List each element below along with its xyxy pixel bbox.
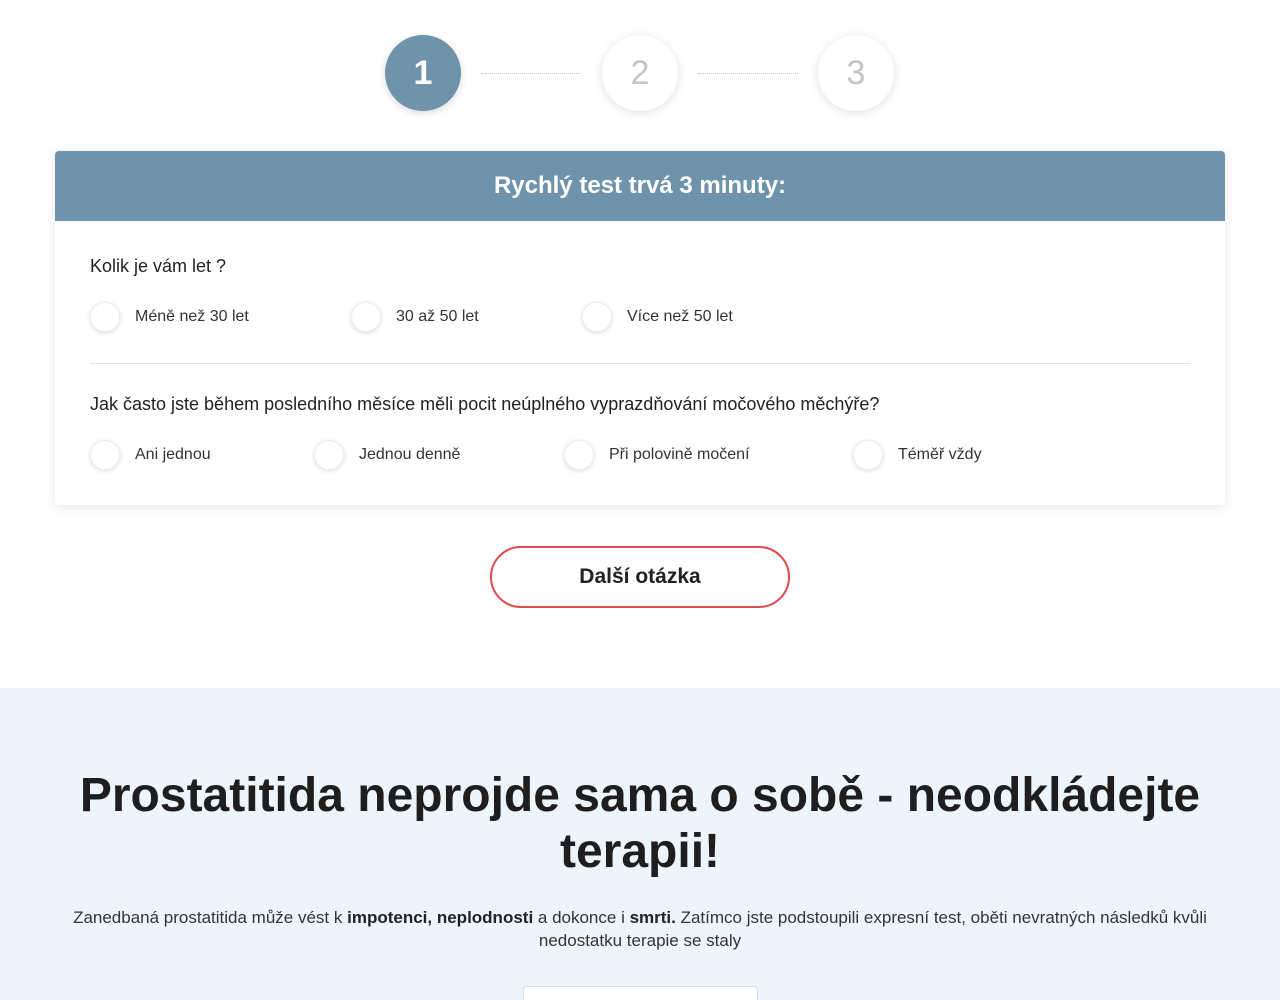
step-connector-1 [481,73,581,74]
option-under-30[interactable]: Méně než 30 let [90,302,249,332]
option-label: Téměř vždy [898,446,982,463]
options-bladder: Ani jednou Jednou denně Při polovině moč… [90,440,1190,470]
radio-button[interactable] [582,302,612,332]
option-once-daily[interactable]: Jednou denně [314,440,460,470]
option-half-urination[interactable]: Při polovině močení [564,440,750,470]
info-text-part: a dokonce i [533,908,630,927]
info-section: Prostatitida neprojde sama o sobě - neod… [0,688,1280,1000]
info-heading: Prostatitida neprojde sama o sobě - neod… [79,769,1201,878]
info-text-bold: smrti. [629,908,676,927]
quiz-title: Rychlý test trvá 3 minuty: [493,172,787,199]
option-label: Při polovině močení [609,446,750,463]
quiz-header: Rychlý test trvá 3 minuty: [55,151,1225,221]
radio-button[interactable] [564,440,594,470]
radio-button[interactable] [90,302,120,332]
radio-button[interactable] [314,440,344,470]
step-3: 3 [818,35,894,111]
option-30-50[interactable]: 30 až 50 let [351,302,479,332]
question-bladder: Jak často jste během posledního měsíce m… [90,394,880,414]
step-1: 1 [385,35,461,111]
step-connector-2 [698,73,798,74]
question-divider [90,363,1191,364]
option-almost-always[interactable]: Téměř vždy [853,440,982,470]
info-card-preview [523,986,758,1000]
info-paragraph: Zanedbaná prostatitida může vést k impot… [60,906,1220,952]
step-3-number: 3 [846,53,866,92]
option-over-50[interactable]: Více než 50 let [582,302,733,332]
radio-button[interactable] [90,440,120,470]
step-2: 2 [602,35,678,111]
next-question-label: Další otázka [579,565,701,588]
option-label: Méně než 30 let [135,308,249,325]
radio-button[interactable] [351,302,381,332]
info-text-part: Zanedbaná prostatitida může vést k [73,908,348,927]
question-age: Kolik je vám let ? [90,256,227,276]
radio-button[interactable] [853,440,883,470]
options-age: Méně než 30 let 30 až 50 let Více než 50… [90,302,1190,332]
option-label: Ani jednou [135,446,211,463]
step-1-number: 1 [413,53,433,92]
option-label: Jednou denně [359,446,461,463]
option-label: Více než 50 let [627,308,733,325]
progress-stepper: 1 2 3 [0,35,1280,111]
step-2-number: 2 [630,53,650,92]
info-text-bold: impotenci, neplodnosti [347,908,534,927]
option-never[interactable]: Ani jednou [90,440,211,470]
quiz-card: Rychlý test trvá 3 minuty: Kolik je vám … [55,151,1225,505]
option-label: 30 až 50 let [396,308,479,325]
next-question-button[interactable]: Další otázka [490,546,790,608]
